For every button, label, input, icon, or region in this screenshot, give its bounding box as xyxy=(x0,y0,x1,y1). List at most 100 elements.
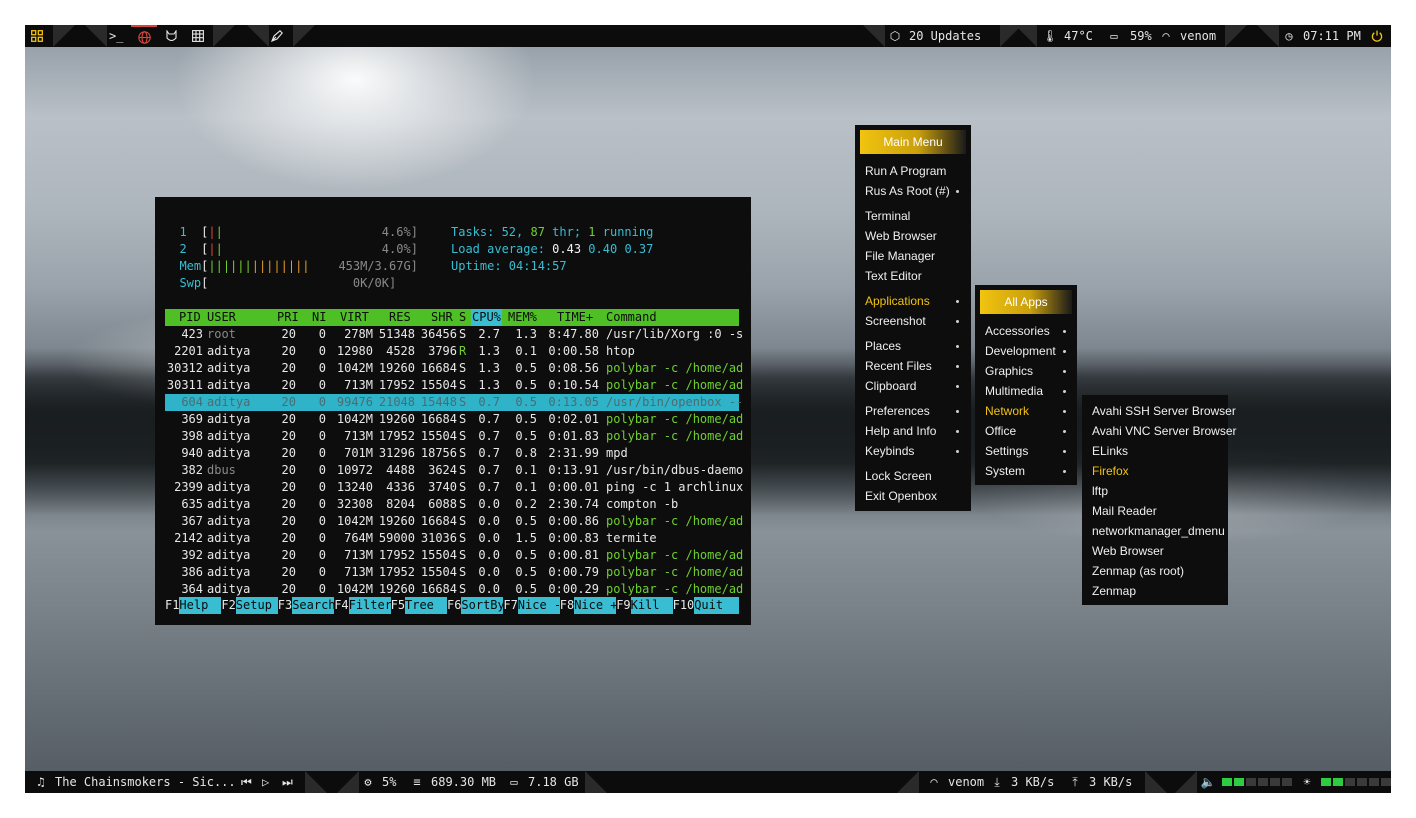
browser-launcher[interactable] xyxy=(131,25,157,47)
cell-cpu: 0.0 xyxy=(478,548,500,562)
menu-item-system[interactable]: System xyxy=(985,461,1025,481)
process-row[interactable]: 382 dbus 20 0 10972 4488 3624 S 0.7 0.1 0:13.91/us… xyxy=(165,462,743,479)
process-row[interactable]: 392 aditya 20 0 713M 17952 15504 S 0.0 0.5 0:00.81… xyxy=(165,547,743,564)
menu-item-recent-files[interactable]: Recent Files xyxy=(865,356,932,376)
menu-item-network[interactable]: Network xyxy=(985,401,1029,421)
process-row[interactable]: 386 aditya 20 0 713M 17952 15504 S 0.0 0.5 0:00.79… xyxy=(165,564,743,581)
updates-module[interactable]: ⬡ 20 Updates xyxy=(887,25,982,47)
col-virt[interactable]: VIRT xyxy=(340,309,369,326)
spreadsheet-launcher[interactable] xyxy=(192,25,204,47)
clock-module[interactable]: ◷ 07:11 PM xyxy=(1281,25,1360,47)
process-row[interactable]: 2399 aditya 20 0 13240 4336 3740 S 0.7 0.1 0:00.01… xyxy=(165,479,743,496)
menu-item-web-browser[interactable]: Web Browser xyxy=(865,226,937,246)
volume-slider[interactable] xyxy=(1222,775,1294,789)
col-pid[interactable]: PID xyxy=(179,309,201,326)
process-table-header[interactable]: PID USER PRI NI VIRT RES SHR S CPU% MEM%… xyxy=(165,309,739,326)
menu-item-elinks[interactable]: ELinks xyxy=(1092,441,1128,461)
menu-item-accessories[interactable]: Accessories xyxy=(985,321,1050,341)
menu-item-office[interactable]: Office xyxy=(985,421,1016,441)
menu-item-text-editor[interactable]: Text Editor xyxy=(865,266,922,286)
menu-item-avahi-vnc[interactable]: Avahi VNC Server Browser xyxy=(1092,421,1237,441)
play-button[interactable]: ▷ xyxy=(262,771,269,793)
fkey-search-button[interactable]: Search xyxy=(292,597,336,614)
col-s[interactable]: S xyxy=(459,309,466,326)
menu-item-help-info[interactable]: Help and Info xyxy=(865,421,936,441)
power-button[interactable] xyxy=(1371,25,1383,47)
fkey-quit-button[interactable]: Quit xyxy=(694,597,739,614)
level-segment xyxy=(1246,778,1256,786)
cell-pri: 20 xyxy=(281,378,296,392)
col-user[interactable]: USER xyxy=(207,309,236,326)
process-row[interactable]: 367 aditya 20 0 1042M 19260 16684 S 0.0 0.5 0:00.8… xyxy=(165,513,743,530)
col-shr[interactable]: SHR xyxy=(431,309,453,326)
process-row[interactable]: 398 aditya 20 0 713M 17952 15504 S 0.7 0.5 0:01.83… xyxy=(165,428,743,445)
brightness-slider[interactable] xyxy=(1321,775,1391,789)
col-ni[interactable]: NI xyxy=(312,309,326,326)
process-row[interactable]: 604 aditya 20 0 99476 21048 15448 S 0.7 0.5 0:13.0… xyxy=(165,394,743,411)
menu-item-run-as-root[interactable]: Rus As Root (#) xyxy=(865,181,950,201)
menu-item-graphics[interactable]: Graphics xyxy=(985,361,1033,381)
prev-track-button[interactable]: ⏮ xyxy=(241,771,252,793)
menu-item-mail-reader[interactable]: Mail Reader xyxy=(1092,501,1157,521)
process-row[interactable]: 940 aditya 20 0 701M 31296 18756 S 0.7 0.8 2:31.99… xyxy=(165,445,739,462)
menu-item-development[interactable]: Development xyxy=(985,341,1056,361)
menu-item-settings[interactable]: Settings xyxy=(985,441,1028,461)
process-row[interactable]: 364 aditya 20 0 1042M 19260 16684 S 0.0 0.5 0:00.2… xyxy=(165,581,743,598)
volume-module[interactable]: 🔈 xyxy=(1200,771,1294,793)
menu-item-places[interactable]: Places xyxy=(865,336,901,356)
col-cpu-sorted[interactable]: CPU% xyxy=(471,309,502,326)
terminal-launcher[interactable]: >_ xyxy=(109,25,123,47)
menu-item-zenmap-root[interactable]: Zenmap (as root) xyxy=(1092,561,1184,581)
music-module[interactable]: ♫ The Chainsmokers - Sic... xyxy=(33,771,235,793)
menu-item-exit-openbox[interactable]: Exit Openbox xyxy=(865,486,937,506)
cell-res: 8204 xyxy=(386,497,415,511)
menu-item-zenmap[interactable]: Zenmap xyxy=(1092,581,1136,601)
process-row[interactable]: 635 aditya 20 0 32308 8204 6088 S 0.0 0.2 2:30.74 c… xyxy=(165,496,739,513)
fkey-sortby-button[interactable]: SortBy xyxy=(461,597,505,614)
col-time[interactable]: TIME+ xyxy=(557,309,593,326)
menu-item-multimedia[interactable]: Multimedia xyxy=(985,381,1043,401)
menu-item-screenshot[interactable]: Screenshot xyxy=(865,311,926,331)
col-pri[interactable]: PRI xyxy=(277,309,299,326)
menu-item-firefox[interactable]: Firefox xyxy=(1092,461,1129,481)
menu-item-lock-screen[interactable]: Lock Screen xyxy=(865,466,932,486)
process-row[interactable]: 30312 aditya 20 0 1042M 19260 16684 S 1.3 0.5 0:08… xyxy=(165,360,743,377)
menu-item-run-program[interactable]: Run A Program xyxy=(865,161,946,181)
menu-item-file-manager[interactable]: File Manager xyxy=(865,246,935,266)
brightness-module[interactable]: ☀ xyxy=(1299,771,1391,793)
process-row[interactable]: 30311 aditya 20 0 713M 17952 15504 S 1.3 0.5 0:10.… xyxy=(165,377,743,394)
cell-time: 2:31.99 xyxy=(548,446,599,460)
menu-item-applications[interactable]: Applications xyxy=(865,291,930,311)
fkey-tree-button[interactable]: Tree xyxy=(405,597,447,614)
process-row[interactable]: 423 root 20 0 278M 51348 36456 S 2.7 1.3 8:47.80/u… xyxy=(165,326,743,343)
htop-terminal-window[interactable]: 1 [|| 4.6%] 2 [|| 4.0%] Mem[||||||||||||… xyxy=(155,197,751,625)
firefox-launcher[interactable] xyxy=(165,25,178,47)
menu-item-lftp[interactable]: lftp xyxy=(1092,481,1108,501)
next-track-button[interactable]: ⏭ xyxy=(282,771,293,793)
editor-launcher[interactable] xyxy=(271,25,283,47)
menu-item-clipboard[interactable]: Clipboard xyxy=(865,376,916,396)
fkey-kill-button[interactable]: Kill xyxy=(630,597,673,614)
fkey-nice-button[interactable]: Nice - xyxy=(517,597,561,614)
process-row[interactable]: 2142 aditya 20 0 764M 59000 31036 S 0.0 1.5 0:00.8… xyxy=(165,530,739,547)
menu-item-keybinds[interactable]: Keybinds xyxy=(865,441,914,461)
col-res[interactable]: RES xyxy=(389,309,411,326)
col-command[interactable]: Command xyxy=(606,309,657,326)
fkey-help-button[interactable]: Help xyxy=(179,597,222,614)
menu-item-avahi-ssh[interactable]: Avahi SSH Server Browser xyxy=(1092,401,1236,421)
fkey-filter-button[interactable]: Filter xyxy=(348,597,392,614)
menu-item-networkmanager-dmenu[interactable]: networkmanager_dmenu xyxy=(1092,521,1225,541)
submenu-indicator xyxy=(956,450,959,453)
menu-item-preferences[interactable]: Preferences xyxy=(865,401,930,421)
bar-separator xyxy=(585,771,607,793)
process-row[interactable]: 2201 aditya 20 0 12980 4528 3796 R 1.3 0.1 0:00.58… xyxy=(165,343,739,360)
menu-item-web-browser-net[interactable]: Web Browser xyxy=(1092,541,1164,561)
fkey-setup-button[interactable]: Setup xyxy=(235,597,278,614)
menu-item-terminal[interactable]: Terminal xyxy=(865,206,910,226)
fkey-nice-button[interactable]: Nice + xyxy=(574,597,618,614)
process-row[interactable]: 369 aditya 20 0 1042M 19260 16684 S 0.7 0.5 0:02.0… xyxy=(165,411,743,428)
wifi-module[interactable]: ◠ venom xyxy=(1158,25,1216,47)
cell-res: 17952 xyxy=(378,548,415,562)
apps-grid-button[interactable] xyxy=(31,25,43,47)
col-mem[interactable]: MEM% xyxy=(508,309,537,326)
